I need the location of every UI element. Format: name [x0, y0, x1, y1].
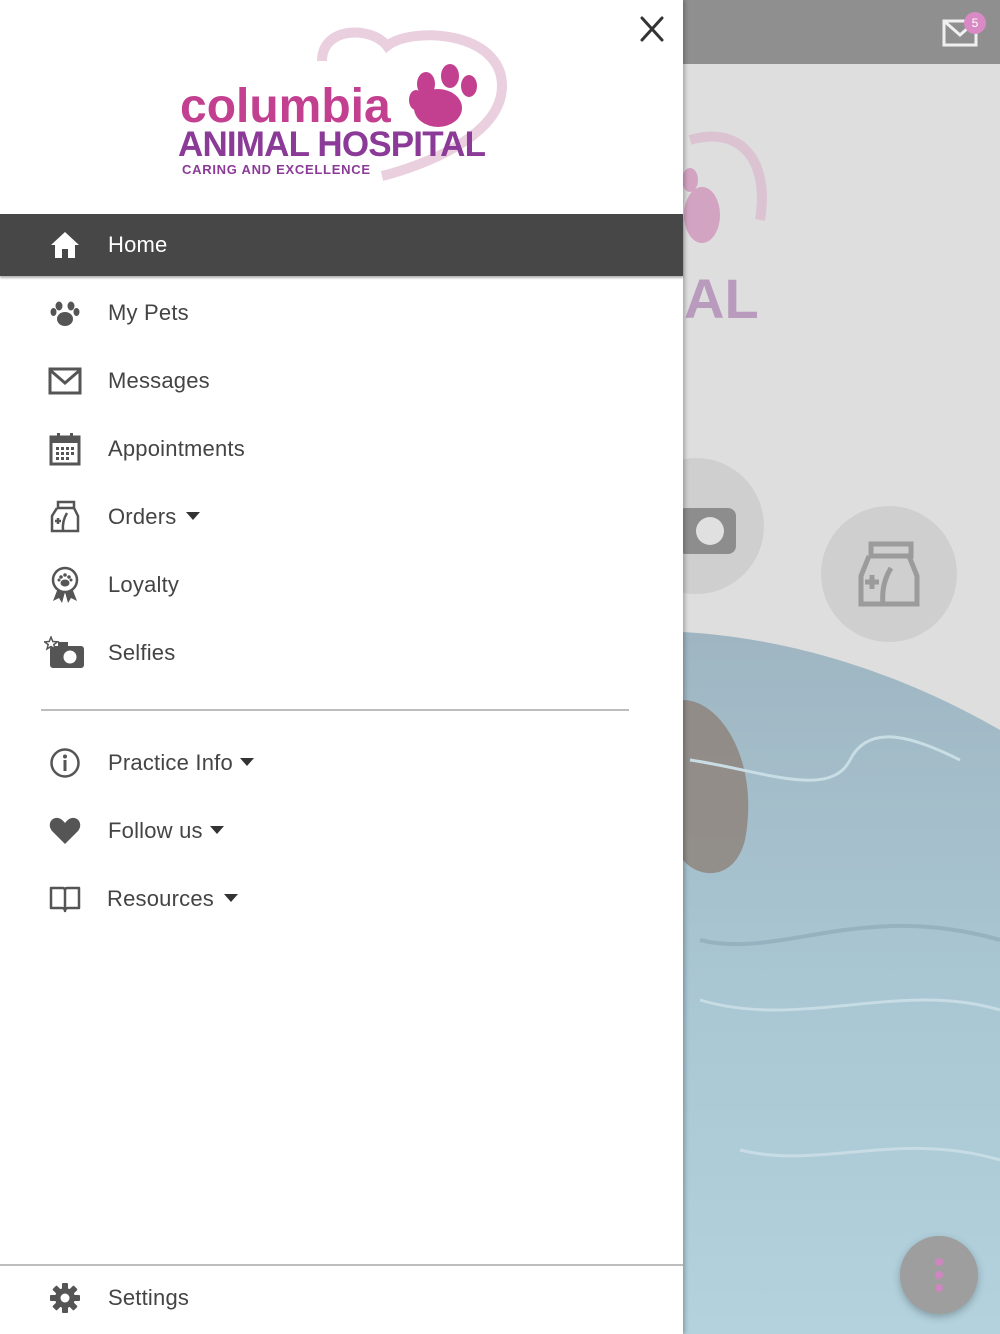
logo-subtitle: ANIMAL HOSPITAL — [178, 125, 486, 164]
calendar-icon — [44, 429, 86, 469]
menu-item-home[interactable]: Home — [0, 214, 683, 276]
dot — [935, 1271, 943, 1279]
menu-item-appointments[interactable]: Appointments — [0, 418, 683, 480]
menu-item-messages[interactable]: Messages — [0, 350, 683, 412]
menu-item-label: Loyalty — [108, 572, 180, 597]
chevron-down-icon — [223, 894, 238, 903]
close-icon[interactable] — [632, 10, 672, 50]
menu-item-label: Follow us — [108, 818, 224, 844]
camera-star-icon — [44, 633, 86, 673]
logo-fragment-text: AL — [684, 267, 759, 330]
menu-item-label: Resources — [107, 886, 238, 912]
award-ribbon-icon — [44, 565, 86, 605]
menu-item-label: Settings — [108, 1285, 190, 1310]
columbia-animal-hospital-logo: columbia ANIMAL HOSPITAL CARING AND EXCE… — [178, 27, 508, 181]
resources-label-text: Resources — [107, 886, 214, 911]
mail-badge: 5 — [964, 12, 986, 34]
dot — [935, 1258, 943, 1266]
menu-item-label: My Pets — [108, 300, 189, 325]
menu-item-label: Appointments — [108, 436, 245, 461]
book-icon — [44, 879, 86, 919]
pet-food-bag-icon — [44, 497, 86, 537]
menu-item-label: Selfies — [108, 640, 176, 665]
menu-item-resources[interactable]: Resources — [0, 868, 683, 930]
menu-item-orders[interactable]: Orders — [0, 486, 683, 548]
menu-item-label: Practice Info — [108, 750, 254, 776]
menu-item-settings[interactable]: Settings — [0, 1267, 683, 1329]
menu-item-follow-us[interactable]: Follow us — [0, 800, 683, 862]
menu-item-selfies[interactable]: Selfies — [0, 622, 683, 684]
chevron-down-icon — [239, 758, 254, 767]
practice-info-label-text: Practice Info — [108, 750, 233, 775]
info-icon — [44, 743, 86, 783]
heart-icon — [44, 811, 86, 851]
menu-item-my-pets[interactable]: My Pets — [0, 282, 683, 344]
pet-food-bag-icon — [858, 541, 920, 607]
envelope-icon — [44, 361, 86, 401]
footer-divider — [0, 1264, 683, 1266]
orders-shortcut-circle[interactable] — [821, 506, 957, 642]
menu-item-label: Messages — [108, 368, 210, 393]
menu-item-loyalty[interactable]: Loyalty — [0, 554, 683, 616]
menu-item-label: Home — [108, 232, 168, 257]
chevron-down-icon — [209, 826, 224, 835]
orders-label-text: Orders — [108, 504, 177, 529]
dot — [935, 1284, 943, 1292]
paw-icon — [44, 293, 86, 333]
menu-item-practice-info[interactable]: Practice Info — [0, 732, 683, 794]
menu-item-label: Orders — [108, 504, 201, 530]
home-icon — [44, 225, 86, 265]
more-actions-button[interactable] — [900, 1236, 978, 1314]
menu-divider — [41, 709, 629, 711]
follow-us-label-text: Follow us — [108, 818, 203, 843]
logo-tagline: CARING AND EXCELLENCE — [182, 162, 370, 177]
chevron-down-icon — [186, 512, 201, 521]
navigation-drawer: columbia ANIMAL HOSPITAL CARING AND EXCE… — [0, 0, 683, 1334]
gear-icon — [44, 1278, 86, 1318]
